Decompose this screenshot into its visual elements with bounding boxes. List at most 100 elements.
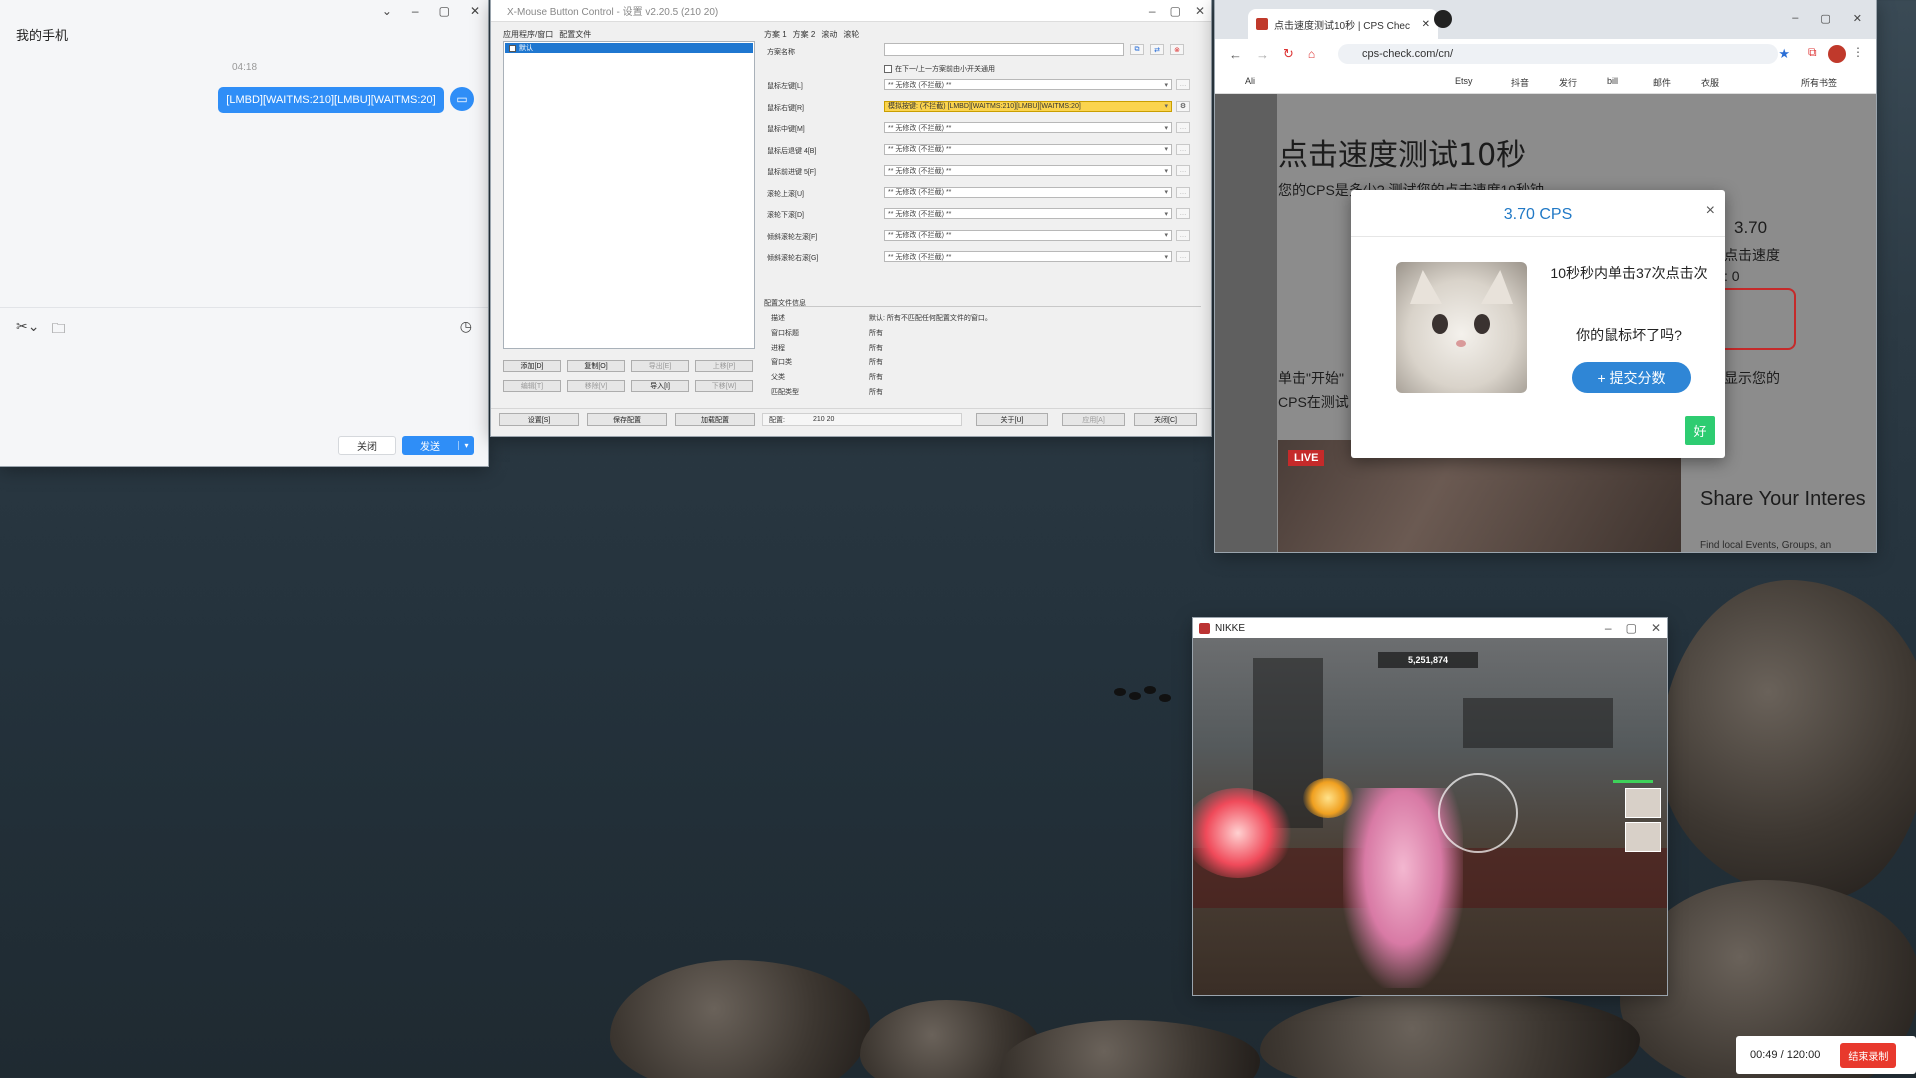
mapping-select[interactable]: ** 无修改 (不拦截) ** — [884, 122, 1172, 133]
more-icon[interactable]: … — [1176, 229, 1190, 241]
new-tab-icon[interactable] — [1434, 10, 1452, 28]
list-item[interactable]: 默认 — [505, 43, 753, 53]
browser-tab[interactable]: 点击速度测试10秒 | CPS Chec ✕ — [1248, 9, 1438, 39]
stop-recording-button[interactable]: 结束录制 — [1840, 1042, 1897, 1068]
more-icon[interactable]: … — [1176, 186, 1190, 198]
bookmark-ali[interactable]: Ali — [1245, 76, 1255, 86]
copy-icon[interactable]: ⧉ — [1130, 44, 1144, 55]
more-icon[interactable]: … — [1176, 208, 1190, 219]
clock-icon[interactable]: ◷ — [460, 318, 472, 335]
minimize-icon[interactable]: – — [1605, 621, 1612, 635]
back-icon[interactable]: ← — [1229, 47, 1242, 62]
modal-title: 3.70 CPS — [1503, 206, 1573, 223]
swap-icon[interactable]: ⇄ — [1150, 44, 1164, 55]
app-title: NIKKE — [1215, 622, 1246, 634]
bookmark-douyin[interactable]: 抖音 — [1511, 76, 1529, 89]
ok-button[interactable]: 好 — [1685, 416, 1715, 445]
import-button[interactable]: 导入[I] — [631, 380, 689, 392]
tab-scheme-1[interactable]: 方案 1 — [764, 29, 787, 40]
click-area[interactable] — [1722, 288, 1796, 350]
close-icon[interactable]: × — [1706, 202, 1715, 220]
close-button[interactable]: 关闭[C] — [1134, 413, 1197, 426]
reset-icon[interactable]: ⊗ — [1170, 44, 1184, 55]
bookmark-etsy[interactable]: Etsy — [1455, 76, 1473, 86]
settings-button[interactable]: 设置[S] — [499, 413, 579, 426]
tab-scroll[interactable]: 滚动 — [821, 29, 837, 40]
star-icon[interactable]: ★ — [1778, 46, 1790, 62]
scheme-checkbox-row[interactable]: 在下一/上一方案前由小开关通用 — [884, 64, 995, 74]
scheme-name-input[interactable] — [884, 43, 1124, 56]
gear-icon[interactable]: ⚙ — [1176, 100, 1190, 112]
minimize-icon[interactable]: – — [412, 4, 419, 18]
close-icon[interactable]: ✕ — [470, 4, 480, 18]
menu-icon[interactable]: ⋮ — [1852, 45, 1864, 59]
maximize-icon[interactable]: ▢ — [1170, 4, 1181, 18]
checkbox[interactable] — [884, 65, 892, 73]
mapping-select[interactable]: ** 无修改 (不拦截) ** — [884, 79, 1172, 90]
chevron-down-icon[interactable]: ▾ — [458, 441, 474, 450]
bookmark-bill[interactable]: bill — [1607, 76, 1618, 86]
message-bubble[interactable]: [LMBD][WAITMS:210][LMBU][WAITMS:20] — [218, 87, 444, 113]
remove-button[interactable]: 移除[V] — [567, 380, 625, 392]
mapping-label: 鼠标后退键 4[B] — [767, 147, 817, 155]
more-icon[interactable]: … — [1176, 122, 1190, 133]
more-icon[interactable]: … — [1176, 165, 1190, 176]
copy-button[interactable]: 复制[O] — [567, 360, 625, 372]
maximize-icon[interactable]: ▢ — [1626, 621, 1637, 635]
forward-icon[interactable]: → — [1256, 47, 1269, 62]
bookmark-clothes[interactable]: 衣服 — [1701, 76, 1719, 89]
close-icon[interactable]: ✕ — [1853, 12, 1862, 25]
close-icon[interactable]: ✕ — [1651, 621, 1661, 635]
scissors-icon[interactable]: ✂⌄ — [16, 318, 39, 342]
bookmark-faxing[interactable]: 发行 — [1559, 76, 1577, 89]
mapping-select[interactable]: ** 无修改 (不拦截) ** — [884, 186, 1172, 198]
tab-apps[interactable]: 应用程序/窗口 — [503, 29, 553, 40]
extensions-icon[interactable]: ⧉ — [1808, 45, 1824, 61]
more-icon[interactable]: … — [1176, 251, 1190, 262]
maximize-icon[interactable]: ▢ — [439, 4, 450, 18]
avatar[interactable] — [1828, 45, 1846, 63]
load-config-button[interactable]: 加载配置 — [675, 413, 755, 426]
close-icon[interactable]: ✕ — [1195, 4, 1205, 18]
divider — [0, 307, 488, 308]
chevron-down-icon[interactable]: ⌄ — [382, 4, 392, 18]
more-icon[interactable]: … — [1176, 143, 1190, 155]
tab-scheme-2[interactable]: 方案 2 — [793, 29, 816, 40]
mapping-select[interactable]: ** 无修改 (不拦截) ** — [884, 251, 1172, 262]
move-down-button[interactable]: 下移[W] — [695, 380, 753, 392]
minimize-icon[interactable]: – — [1149, 4, 1156, 18]
maximize-icon[interactable]: ▢ — [1820, 12, 1830, 25]
export-button[interactable]: 导出[E] — [631, 360, 689, 372]
game-viewport[interactable]: 5,251,874 — [1193, 638, 1667, 995]
address-bar[interactable]: cps-check.com/cn/ — [1338, 44, 1778, 64]
save-config-button[interactable]: 保存配置 — [587, 413, 667, 426]
home-icon[interactable]: ⌂ — [1308, 47, 1315, 61]
checkbox[interactable] — [509, 44, 516, 52]
bookmark-all[interactable]: 所有书签 — [1801, 76, 1837, 89]
edit-button[interactable]: 编辑[T] — [503, 380, 561, 392]
add-button[interactable]: 添加[D] — [503, 360, 561, 372]
about-button[interactable]: 关于[U] — [976, 413, 1048, 426]
move-up-button[interactable]: 上移[P] — [695, 360, 753, 372]
send-button[interactable]: 发送 ▾ — [402, 436, 474, 455]
more-icon[interactable]: … — [1176, 79, 1190, 90]
tab-wheel[interactable]: 滚轮 — [843, 29, 859, 40]
profile-list[interactable]: 默认 — [503, 41, 755, 349]
character-portrait[interactable] — [1625, 788, 1661, 818]
mapping-select[interactable]: ** 无修改 (不拦截) ** — [884, 229, 1172, 241]
close-button[interactable]: 关闭 — [338, 436, 396, 455]
apply-button[interactable]: 应用[A] — [1062, 413, 1125, 426]
mapping-select[interactable]: ** 无修改 (不拦截) ** — [884, 208, 1172, 219]
character-portrait[interactable] — [1625, 822, 1661, 852]
tab-profiles[interactable]: 配置文件 — [559, 29, 591, 40]
bookmark-mail[interactable]: 邮件 — [1653, 76, 1671, 89]
minimize-icon[interactable]: – — [1792, 12, 1798, 25]
reload-icon[interactable]: ↻ — [1283, 46, 1294, 62]
mapping-select[interactable]: 模拟按键: (不拦截) [LMBD][WAITMS:210][LMBU][WAI… — [884, 100, 1172, 112]
mapping-select[interactable]: ** 无修改 (不拦截) ** — [884, 143, 1172, 155]
submit-score-button[interactable]: + 提交分数 — [1572, 362, 1691, 393]
close-icon[interactable]: ✕ — [1422, 19, 1430, 30]
folder-icon[interactable]: 🗀 — [51, 318, 65, 342]
mapping-select[interactable]: ** 无修改 (不拦截) ** — [884, 165, 1172, 176]
tab-title: 点击速度测试10秒 | CPS Chec — [1274, 20, 1410, 32]
